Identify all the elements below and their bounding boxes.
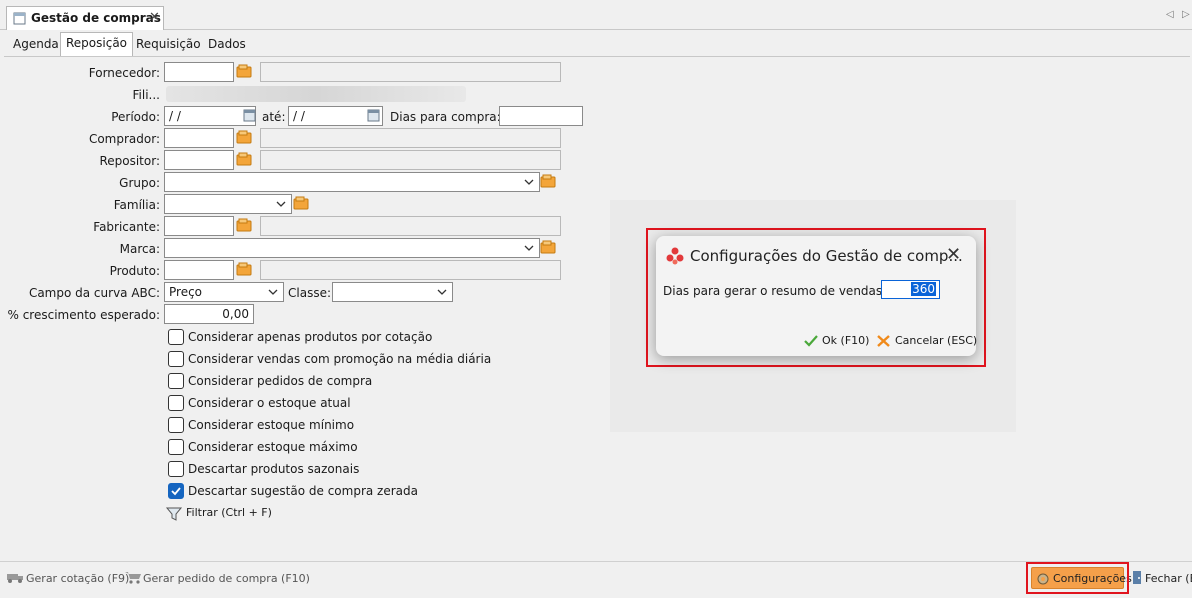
chevron-down-icon <box>276 201 286 207</box>
lookup-repositor-icon[interactable] <box>236 152 254 167</box>
chevron-down-icon <box>437 289 447 295</box>
checkbox-label: Considerar vendas com promoção na média … <box>188 352 492 366</box>
dias-resumo-vendas-input[interactable]: 360 <box>881 280 940 299</box>
bottom-divider <box>0 561 1192 562</box>
tab-requisicao[interactable]: Requisição <box>131 34 206 56</box>
lookup-grupo-icon[interactable] <box>540 174 558 189</box>
checkbox-sugestao-zerada[interactable] <box>168 483 184 499</box>
checkbox-label: Considerar estoque mínimo <box>188 418 355 432</box>
comprador-label: Comprador: <box>88 132 160 146</box>
truck-icon <box>7 574 23 583</box>
curva-abc-select[interactable]: Preço <box>164 282 284 302</box>
crescimento-input[interactable]: 0,00 <box>164 304 254 324</box>
dias-compra-input[interactable] <box>499 106 583 126</box>
checkbox-apenas-cotacao[interactable] <box>168 329 184 345</box>
produto-name-field <box>260 260 561 280</box>
checkbox-estoque-atual[interactable] <box>168 395 184 411</box>
familia-label: Família: <box>113 198 160 212</box>
dias-compra-label: Dias para compra: <box>390 110 501 124</box>
tab-agenda[interactable]: Agenda <box>8 34 64 56</box>
door-icon <box>1133 571 1141 584</box>
checkbox-estoque-minimo[interactable] <box>168 417 184 433</box>
tab-dados[interactable]: Dados <box>203 34 251 56</box>
app-logo-icon <box>666 247 684 265</box>
fornecedor-label: Fornecedor: <box>88 66 160 80</box>
repositor-label: Repositor: <box>99 154 160 168</box>
highlight-box-configuracoes <box>1026 562 1129 594</box>
checkbox-pedidos-compra[interactable] <box>168 373 184 389</box>
familia-select[interactable] <box>164 194 292 214</box>
checkbox-promocao-media[interactable] <box>168 351 184 367</box>
fabricante-label: Fabricante: <box>93 220 160 234</box>
comprador-code-input[interactable] <box>164 128 234 148</box>
document-tab-bar: Gestão de compras ✕ ◁ ▷ <box>0 0 1192 30</box>
dialog-title: Configurações do Gestão de comp... <box>690 247 963 265</box>
repositor-name-field <box>260 150 561 170</box>
fornecedor-code-input[interactable] <box>164 62 234 82</box>
dialog-field-label: Dias para gerar o resumo de vendas: <box>663 284 887 298</box>
fabricante-code-input[interactable] <box>164 216 234 236</box>
lookup-comprador-icon[interactable] <box>236 130 254 145</box>
grupo-label: Grupo: <box>119 176 160 190</box>
calendar-icon[interactable] <box>243 109 257 123</box>
funnel-icon <box>166 507 182 521</box>
checkbox-label: Considerar apenas produtos por cotação <box>188 330 433 344</box>
fabricante-name-field <box>260 216 561 236</box>
chevron-down-icon <box>524 179 534 185</box>
checkbox-estoque-maximo[interactable] <box>168 439 184 455</box>
lookup-fabricante-icon[interactable] <box>236 218 254 233</box>
ate-label: até: <box>262 110 286 124</box>
chevron-down-icon <box>524 245 534 251</box>
lookup-fornecedor-icon[interactable] <box>236 64 254 79</box>
curva-abc-label: Campo da curva ABC: <box>28 286 160 300</box>
lookup-familia-icon[interactable] <box>293 196 311 211</box>
grupo-select[interactable] <box>164 172 540 192</box>
fornecedor-name-field <box>260 62 561 82</box>
checkbox-label: Descartar produtos sazonais <box>188 462 360 476</box>
x-icon <box>877 335 890 347</box>
checkbox-label: Descartar sugestão de compra zerada <box>188 484 418 498</box>
close-tab-icon[interactable]: ✕ <box>149 10 160 25</box>
comprador-name-field <box>260 128 561 148</box>
lookup-produto-icon[interactable] <box>236 262 254 277</box>
classe-label: Classe: <box>288 286 331 300</box>
close-icon[interactable]: ✕ <box>946 244 961 265</box>
marca-select[interactable] <box>164 238 540 258</box>
checkmark-icon <box>171 487 181 496</box>
filial-label: Fili... <box>132 88 160 102</box>
tab-divider <box>4 56 1190 57</box>
lookup-marca-icon[interactable] <box>540 240 558 255</box>
calendar-icon[interactable] <box>367 109 381 123</box>
doc-tab-title: Gestão de compras <box>31 11 161 25</box>
classe-select[interactable] <box>332 282 453 302</box>
crescimento-label: % crescimento esperado: <box>7 308 160 322</box>
checkbox-label: Considerar pedidos de compra <box>188 374 373 388</box>
config-dialog: Configurações do Gestão de comp... ✕ Dia… <box>656 236 977 356</box>
produto-label: Produto: <box>109 264 160 278</box>
checkbox-sazonais[interactable] <box>168 461 184 477</box>
scroll-left-icon[interactable]: ◁ <box>1166 9 1174 20</box>
cart-icon <box>125 572 141 584</box>
check-icon <box>804 335 818 347</box>
filial-blurred-value <box>166 86 466 102</box>
scroll-right-icon[interactable]: ▷ <box>1182 9 1190 20</box>
produto-code-input[interactable] <box>164 260 234 280</box>
tab-reposicao[interactable]: Reposição <box>60 32 134 56</box>
marca-label: Marca: <box>119 242 160 256</box>
checkbox-label: Considerar o estoque atual <box>188 396 351 410</box>
periodo-label: Período: <box>111 110 160 124</box>
doc-tab-gestao-compras[interactable]: Gestão de compras ✕ <box>6 6 164 30</box>
document-icon <box>13 12 26 25</box>
chevron-down-icon <box>268 289 278 295</box>
checkbox-label: Considerar estoque máximo <box>188 440 358 454</box>
repositor-code-input[interactable] <box>164 150 234 170</box>
